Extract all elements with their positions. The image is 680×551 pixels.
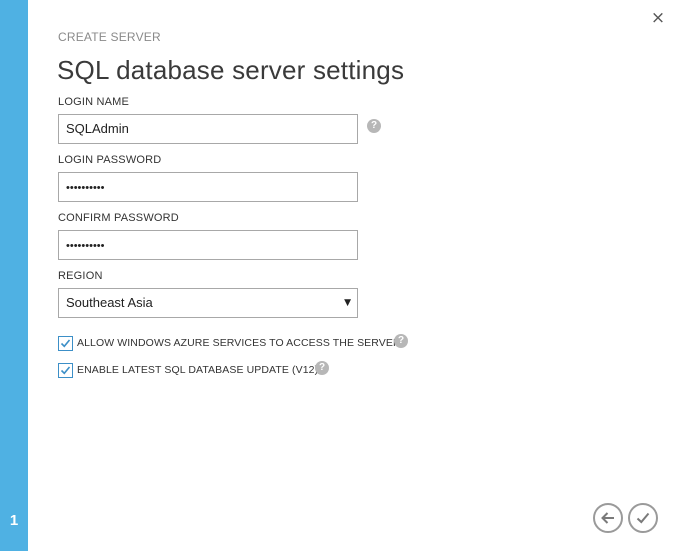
- wizard-subheading: CREATE SERVER: [58, 30, 161, 44]
- login-name-help-icon[interactable]: ?: [367, 119, 381, 133]
- login-name-input[interactable]: SQLAdmin: [58, 114, 358, 144]
- close-icon: ×: [650, 8, 666, 28]
- close-button[interactable]: ×: [650, 9, 666, 27]
- complete-button[interactable]: [628, 503, 658, 533]
- checkmark-icon: [60, 339, 71, 348]
- allow-azure-services-label[interactable]: ALLOW WINDOWS AZURE SERVICES TO ACCESS T…: [77, 337, 404, 349]
- enable-v12-help-icon[interactable]: ?: [315, 361, 329, 375]
- login-password-input[interactable]: ••••••••••: [58, 172, 358, 202]
- page-title: SQL database server settings: [57, 55, 405, 85]
- login-name-label: LOGIN NAME: [58, 96, 130, 108]
- checkmark-icon: [636, 512, 650, 524]
- region-selected-value: Southeast Asia: [66, 295, 153, 310]
- confirm-password-value: ••••••••••: [66, 240, 105, 252]
- allow-azure-help-icon[interactable]: ?: [394, 334, 408, 348]
- allow-azure-services-checkbox[interactable]: [58, 336, 73, 351]
- arrow-left-icon: [601, 512, 614, 524]
- dropdown-arrow-icon: ▼: [344, 298, 351, 308]
- checkmark-icon: [60, 366, 71, 375]
- wizard-step-rail: 1: [0, 0, 28, 551]
- confirm-password-label: CONFIRM PASSWORD: [58, 212, 179, 224]
- login-password-label: LOGIN PASSWORD: [58, 154, 162, 166]
- region-label: REGION: [58, 270, 103, 282]
- enable-v12-label[interactable]: ENABLE LATEST SQL DATABASE UPDATE (V12): [77, 364, 318, 376]
- step-number: 1: [9, 512, 19, 529]
- login-password-value: ••••••••••: [66, 182, 105, 194]
- enable-v12-checkbox[interactable]: [58, 363, 73, 378]
- login-name-value: SQLAdmin: [66, 121, 129, 136]
- back-button[interactable]: [593, 503, 623, 533]
- confirm-password-input[interactable]: ••••••••••: [58, 230, 358, 260]
- region-select[interactable]: Southeast Asia ▼: [58, 288, 358, 318]
